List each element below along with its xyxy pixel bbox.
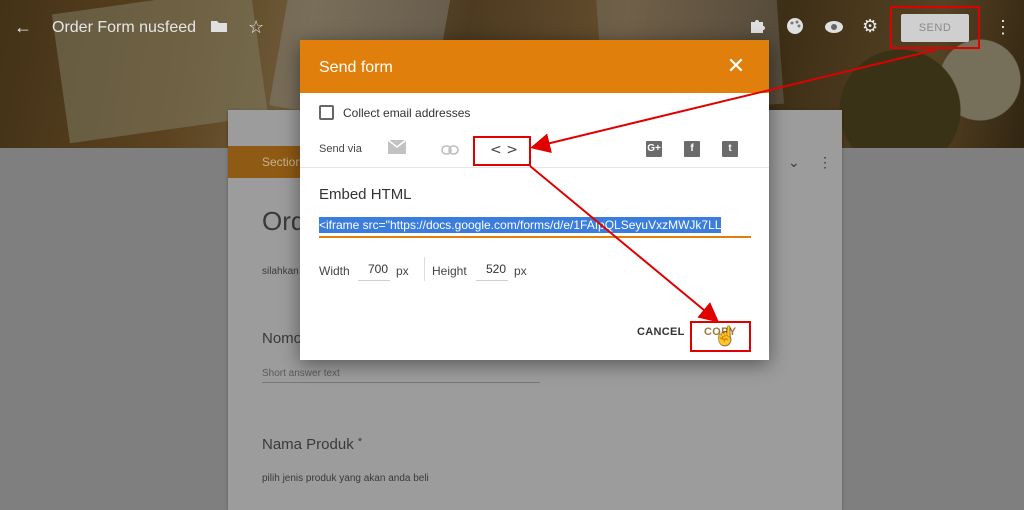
section-more-icon[interactable]: ⋮ — [818, 154, 832, 171]
collect-email-checkbox[interactable] — [319, 105, 334, 120]
embed-code-field[interactable]: <iframe src="https://docs.google.com/for… — [319, 216, 751, 238]
question-title[interactable]: Nomo — [262, 330, 302, 347]
form-title[interactable]: Order Form nusfeed — [52, 19, 196, 37]
google-plus-icon[interactable]: G+ — [646, 141, 662, 157]
embed-html-title: Embed HTML — [319, 186, 412, 203]
question-description: pilih jenis produk yang akan anda beli — [262, 473, 429, 484]
facebook-icon[interactable]: f — [684, 141, 700, 157]
folder-icon[interactable] — [210, 18, 228, 38]
height-label: Height — [432, 264, 467, 278]
form-description[interactable]: silahkan — [262, 266, 299, 277]
collapse-icon[interactable]: ⌄ — [788, 154, 800, 171]
gear-icon[interactable]: ⚙ — [862, 16, 878, 36]
question-title-nama-produk[interactable]: Nama Produk * — [262, 436, 362, 453]
collect-email-label: Collect email addresses — [343, 106, 471, 120]
more-vert-icon[interactable]: ⋮ — [994, 17, 1012, 37]
twitter-icon[interactable]: t — [722, 141, 738, 157]
star-icon[interactable]: ☆ — [248, 17, 264, 37]
required-asterisk: * — [357, 436, 363, 448]
puzzle-icon[interactable] — [748, 17, 766, 39]
link-icon[interactable] — [441, 142, 459, 158]
palette-icon[interactable] — [786, 17, 804, 39]
width-input[interactable]: 700 — [368, 262, 388, 276]
short-answer-placeholder: Short answer text — [262, 368, 340, 379]
width-unit: px — [396, 264, 409, 278]
form-heading[interactable]: Ord — [262, 206, 305, 237]
close-icon[interactable]: ✕ — [726, 55, 746, 77]
send-via-label: Send via — [319, 143, 362, 155]
send-form-dialog: Send form ✕ Collect email addresses Send… — [300, 40, 769, 360]
hand-cursor-icon: ☝ — [714, 326, 737, 346]
embed-tab-highlight — [473, 136, 531, 166]
embed-code-text[interactable]: <iframe src="https://docs.google.com/for… — [319, 217, 722, 233]
back-arrow-icon[interactable]: ← — [14, 17, 32, 37]
cancel-button[interactable]: CANCEL — [637, 326, 685, 338]
email-icon[interactable] — [387, 139, 407, 157]
send-button-highlight — [890, 6, 980, 49]
width-label: Width — [319, 264, 350, 278]
height-input[interactable]: 520 — [486, 262, 506, 276]
dialog-title: Send form — [319, 59, 393, 76]
height-unit: px — [514, 264, 527, 278]
eye-icon[interactable] — [824, 18, 844, 38]
